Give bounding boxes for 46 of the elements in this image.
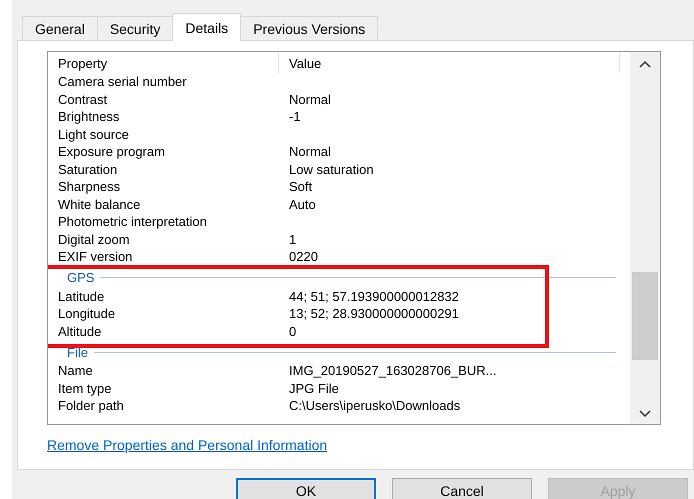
column-header[interactable]: Value (279, 53, 620, 73)
property-name: Light source (57, 126, 130, 142)
remove-properties-link[interactable]: Remove Properties and Personal Information (47, 437, 328, 453)
dialog-button[interactable]: Cancel (392, 478, 532, 499)
property-name: Sharpness (57, 179, 122, 194)
property-name: Name (57, 363, 94, 378)
property-name: Item type (57, 380, 112, 396)
scrollbar-thumb[interactable] (632, 272, 658, 360)
property-name: Brightness (57, 109, 120, 124)
property-value: 0 (288, 324, 296, 339)
chevron-down-icon[interactable] (639, 410, 651, 418)
property-value: -1 (288, 109, 301, 124)
property-name: Altitude (57, 324, 102, 339)
property-value: Normal (288, 92, 331, 107)
property-name: Saturation (57, 162, 118, 177)
property-value: 44; 51; 57.193900000012832 (288, 288, 459, 304)
property-name: Photometric interpretation (57, 214, 208, 230)
property-name: Contrast (57, 92, 108, 107)
property-value: Low saturation (288, 162, 374, 177)
property-value: 0220 (288, 249, 318, 264)
tab[interactable]: Details (172, 13, 242, 41)
tab[interactable]: Previous Versions (240, 16, 378, 40)
property-value: C:\Users\iperusko\Downloads (288, 398, 460, 414)
property-name: Folder path (57, 398, 125, 414)
column-header[interactable]: Property (48, 53, 279, 73)
property-value: Normal (288, 144, 331, 160)
group-header: GPS (67, 270, 96, 285)
scrollbar[interactable] (630, 52, 660, 424)
property-name: Camera serial number (57, 74, 188, 90)
group-header: File (67, 344, 89, 360)
property-name: Latitude (57, 288, 106, 304)
tab[interactable]: General (22, 16, 98, 40)
property-name: White balance (57, 196, 142, 212)
property-name: Exposure program (57, 144, 166, 160)
property-value: Auto (288, 196, 316, 212)
property-value: JPG File (288, 380, 339, 396)
tab[interactable]: Security (96, 16, 174, 40)
property-name: Digital zoom (57, 232, 131, 247)
property-value: 1 (288, 232, 296, 247)
property-value: Soft (288, 179, 312, 194)
property-name: EXIF version (57, 249, 134, 264)
property-value: 13; 52; 28.930000000000291 (288, 306, 459, 322)
property-value: IMG_20190527_163028706_BUR... (288, 363, 496, 378)
chevron-up-icon[interactable] (639, 60, 651, 68)
dialog-button[interactable]: OK (236, 478, 376, 499)
property-name: Longitude (57, 306, 116, 322)
